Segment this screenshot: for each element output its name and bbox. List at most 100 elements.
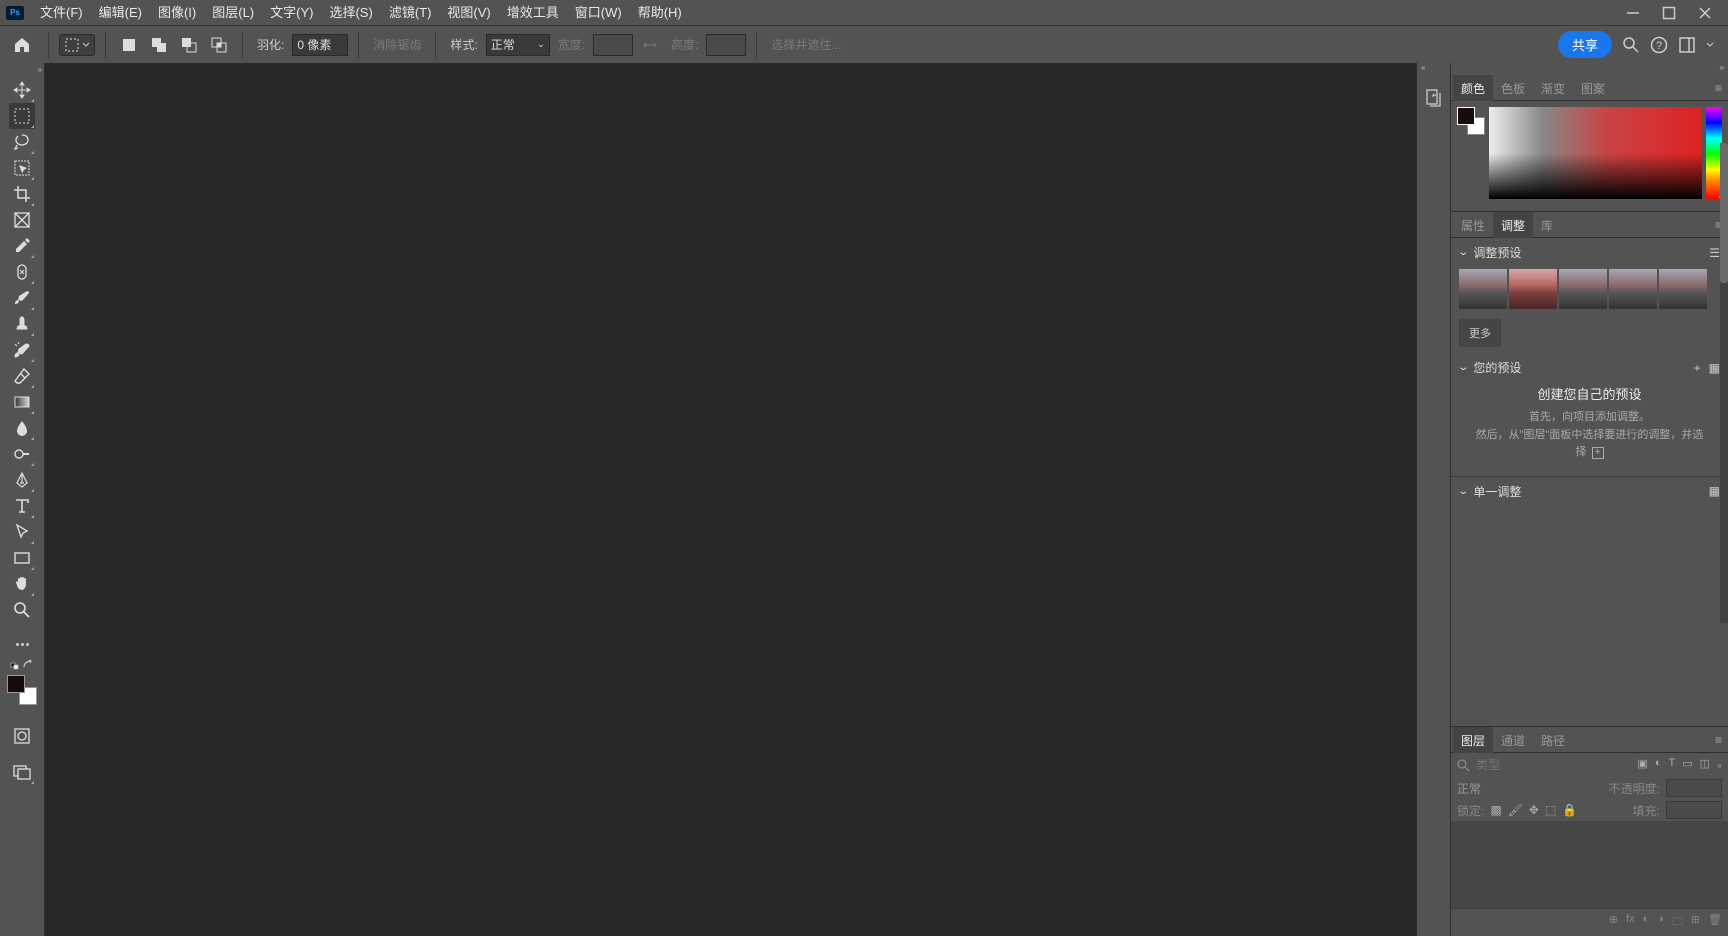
fx-icon[interactable]: fx: [1626, 913, 1635, 932]
healing-brush-tool[interactable]: [9, 259, 35, 285]
mask-icon[interactable]: ◐: [1643, 913, 1650, 932]
plus-icon[interactable]: +: [1592, 447, 1604, 459]
link-layers-icon[interactable]: ⊕: [1609, 913, 1618, 932]
preset-thumb[interactable]: [1559, 269, 1607, 309]
workspace-icon[interactable]: [1678, 36, 1696, 54]
preset-thumb[interactable]: [1609, 269, 1657, 309]
lock-transparent-icon[interactable]: ▩: [1490, 803, 1501, 817]
crop-tool[interactable]: [9, 181, 35, 207]
new-layer-icon[interactable]: ⊞: [1691, 913, 1700, 932]
history-panel-icon[interactable]: [1421, 85, 1447, 111]
panel-menu-icon[interactable]: ≡: [1715, 81, 1722, 95]
frame-tool[interactable]: [9, 207, 35, 233]
preset-thumb[interactable]: [1659, 269, 1707, 309]
menu-select[interactable]: 选择(S): [321, 0, 380, 25]
fill-input[interactable]: [1666, 801, 1722, 819]
history-brush-tool[interactable]: [9, 337, 35, 363]
selection-new-icon[interactable]: [119, 35, 139, 55]
grid-view-icon[interactable]: ▦: [1709, 484, 1720, 498]
group-icon[interactable]: 🗀: [1672, 913, 1683, 932]
filter-shape-icon[interactable]: ▭: [1682, 757, 1692, 773]
current-tool-dropdown[interactable]: [59, 34, 95, 56]
close-icon[interactable]: [1698, 6, 1712, 20]
lock-pixels-icon[interactable]: 🖌: [1508, 803, 1523, 817]
screenmode-tool[interactable]: [9, 759, 35, 785]
edit-toolbar[interactable]: [9, 631, 35, 657]
filter-adjust-icon[interactable]: ◐: [1655, 757, 1662, 773]
more-presets-button[interactable]: 更多: [1459, 319, 1501, 347]
delete-layer-icon[interactable]: 🗑: [1708, 913, 1722, 932]
blur-tool[interactable]: [9, 415, 35, 441]
eyedropper-tool[interactable]: [9, 233, 35, 259]
marquee-tool[interactable]: [9, 103, 35, 129]
tab-properties[interactable]: 属性: [1453, 212, 1493, 238]
filter-type-icon[interactable]: T: [1668, 757, 1675, 773]
tab-paths[interactable]: 路径: [1533, 727, 1573, 753]
tab-gradients[interactable]: 渐变: [1533, 75, 1573, 101]
menu-edit[interactable]: 编辑(E): [91, 0, 150, 25]
tab-swatches[interactable]: 色板: [1493, 75, 1533, 101]
color-field[interactable]: [1489, 107, 1702, 199]
panel-collapse-handle[interactable]: »: [1451, 63, 1728, 75]
grid-view-icon[interactable]: ▦: [1709, 361, 1720, 375]
tab-adjustments[interactable]: 调整: [1493, 212, 1533, 238]
menu-window[interactable]: 窗口(W): [567, 0, 630, 25]
filter-smart-icon[interactable]: ◫: [1700, 757, 1710, 773]
hand-tool[interactable]: [9, 571, 35, 597]
menu-filter[interactable]: 滤镜(T): [381, 0, 440, 25]
chevron-down-icon[interactable]: [1706, 41, 1714, 49]
search-icon[interactable]: [1457, 759, 1470, 772]
quickmask-tool[interactable]: [9, 723, 35, 749]
maximize-icon[interactable]: [1662, 6, 1676, 20]
clone-stamp-tool[interactable]: [9, 311, 35, 337]
menu-text[interactable]: 文字(Y): [262, 0, 321, 25]
canvas-area[interactable]: [45, 63, 1416, 936]
menu-view[interactable]: 视图(V): [439, 0, 498, 25]
tab-layers[interactable]: 图层: [1453, 727, 1493, 753]
tab-library[interactable]: 库: [1533, 212, 1561, 238]
move-tool[interactable]: [9, 77, 35, 103]
selection-subtract-icon[interactable]: [179, 35, 199, 55]
share-button[interactable]: 共享: [1558, 31, 1612, 58]
menu-image[interactable]: 图像(I): [150, 0, 204, 25]
list-view-icon[interactable]: ☰: [1709, 246, 1720, 260]
tab-channels[interactable]: 通道: [1493, 727, 1533, 753]
type-tool[interactable]: [9, 493, 35, 519]
gradient-tool[interactable]: [9, 389, 35, 415]
foreground-swatch[interactable]: [7, 675, 25, 693]
style-select[interactable]: 正常⌄: [486, 34, 550, 56]
layer-search-input[interactable]: [1476, 758, 1631, 772]
preset-thumb[interactable]: [1459, 269, 1507, 309]
selection-add-icon[interactable]: [149, 35, 169, 55]
lock-artboard-icon[interactable]: ⬚: [1545, 803, 1556, 817]
menu-layer[interactable]: 图层(L): [204, 0, 262, 25]
lock-all-icon[interactable]: 🔒: [1562, 803, 1577, 817]
your-presets-header[interactable]: ⌄ 您的预设 + ▦: [1459, 359, 1720, 376]
panel-scrollbar[interactable]: [1720, 143, 1728, 623]
search-icon[interactable]: [1622, 36, 1640, 54]
foreground-swatch-mini[interactable]: [1457, 107, 1475, 125]
menu-help[interactable]: 帮助(H): [630, 0, 690, 25]
tab-color[interactable]: 颜色: [1453, 75, 1493, 101]
adjustment-layer-icon[interactable]: ◑: [1657, 913, 1664, 932]
brush-tool[interactable]: [9, 285, 35, 311]
lasso-tool[interactable]: [9, 129, 35, 155]
eraser-tool[interactable]: [9, 363, 35, 389]
single-adjustment-header[interactable]: ⌄ 单一调整 ▦: [1459, 483, 1720, 500]
fgbg-swatch[interactable]: [7, 675, 37, 705]
add-preset-icon[interactable]: +: [1694, 361, 1701, 375]
filter-toggle-icon[interactable]: ◦: [1717, 757, 1722, 773]
feather-input[interactable]: [292, 34, 348, 56]
rectangle-tool[interactable]: [9, 545, 35, 571]
zoom-tool[interactable]: [9, 597, 35, 623]
pen-tool[interactable]: [9, 467, 35, 493]
filter-pixel-icon[interactable]: ▣: [1637, 757, 1647, 773]
help-icon[interactable]: ?: [1650, 36, 1668, 54]
home-button[interactable]: [6, 30, 38, 60]
menu-file[interactable]: 文件(F): [32, 0, 91, 25]
collapse-handle[interactable]: «: [1417, 63, 1450, 75]
layers-list[interactable]: [1451, 821, 1728, 908]
tab-patterns[interactable]: 图案: [1573, 75, 1613, 101]
dodge-tool[interactable]: [9, 441, 35, 467]
swap-colors-icon[interactable]: [7, 657, 37, 673]
